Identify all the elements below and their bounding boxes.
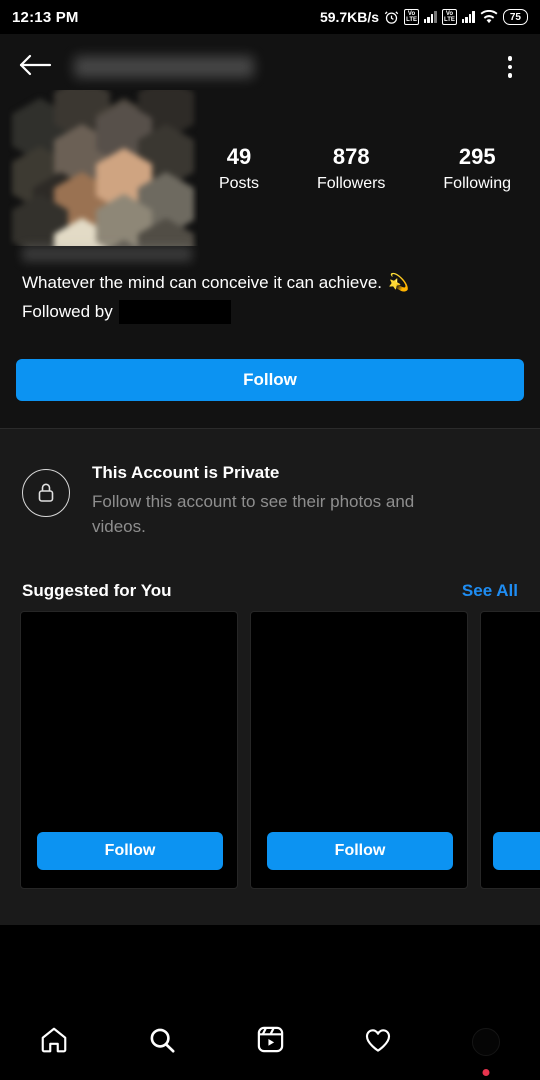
private-account-notice: This Account is Private Follow this acco… [0,429,540,565]
three-dot-menu-icon[interactable] [498,53,522,81]
stat-followers[interactable]: 878 Followers [317,142,385,196]
dizzy-emoji-icon: 💫 [388,273,410,292]
see-all-link[interactable]: See All [462,581,518,601]
signal-bars-sim1 [423,11,437,23]
suggested-card[interactable]: Follow [20,611,238,889]
signal-bars-sim2 [461,11,475,23]
status-bar: 12:13 PM 59.7KB/s Vo LTE Vo LTE 75 [0,0,540,34]
nav-activity[interactable] [324,1004,432,1080]
followed-by-row[interactable]: Followed by [22,298,518,326]
card-follow-button[interactable]: Follow [37,832,223,870]
private-notice-text: This Account is Private Follow this acco… [92,461,472,539]
private-notice-title: This Account is Private [92,463,280,482]
profile-avatar-icon [472,1028,500,1056]
status-icons: 59.7KB/s Vo LTE Vo LTE 75 [320,9,528,25]
stat-posts[interactable]: 49 Posts [219,142,259,196]
suggested-title: Suggested for You [22,581,172,600]
display-name-redacted [22,246,192,262]
battery-indicator: 75 [502,9,528,25]
nav-home[interactable] [0,1004,108,1080]
reels-icon [255,1024,286,1060]
follow-button[interactable]: Follow [16,359,524,401]
bio-text: Whatever the mind can conceive it can ac… [22,270,518,296]
private-notice-subtitle: Follow this account to see their photos … [92,492,415,536]
nav-reels[interactable] [216,1004,324,1080]
home-icon [38,1025,70,1060]
lock-icon [22,469,70,517]
profile-stats: 49 Posts 878 Followers 295 Following [190,142,540,196]
stat-following[interactable]: 295 Following [443,142,511,196]
instagram-profile-screen: 12:13 PM 59.7KB/s Vo LTE Vo LTE 75 49 Po… [0,0,540,1080]
nav-search[interactable] [108,1004,216,1080]
suggested-card-list[interactable]: Follow Follow [0,611,540,889]
suggested-for-you-section: Suggested for You See All Follow Follow [0,565,540,925]
bottom-navigation-bar [0,1004,540,1080]
followed-by-redacted [118,300,231,324]
network-speed-label: 59.7KB/s [319,9,380,25]
heart-icon [362,1025,394,1060]
header-username-redacted [74,56,254,78]
suggested-header: Suggested for You See All [0,565,540,611]
wifi-icon [480,10,498,24]
status-time: 12:13 PM [12,8,79,26]
stat-following-value: 295 [458,144,496,169]
stat-posts-value: 49 [226,144,252,169]
app-bar [0,34,540,100]
alarm-clock-icon [384,10,399,25]
bio-section: Whatever the mind can conceive it can ac… [0,246,540,326]
bio-line: Whatever the mind can conceive it can ac… [22,273,383,292]
suggested-card[interactable]: Follow [250,611,468,889]
volte-icon-sim2: Vo LTE [441,9,457,25]
stat-followers-label: Followers [316,175,386,192]
stat-followers-value: 878 [332,144,370,169]
suggested-card[interactable] [480,611,540,889]
volte-icon-sim1: Vo LTE [404,9,419,25]
card-follow-button[interactable] [493,832,540,870]
nav-profile[interactable] [432,1004,540,1080]
stat-posts-label: Posts [218,175,259,192]
followed-by-label: Followed by [22,302,113,321]
back-arrow-icon[interactable] [18,52,58,82]
search-icon [147,1025,177,1060]
stat-following-label: Following [443,175,511,192]
notification-badge-dot [482,1069,490,1076]
card-follow-button[interactable]: Follow [267,832,453,870]
